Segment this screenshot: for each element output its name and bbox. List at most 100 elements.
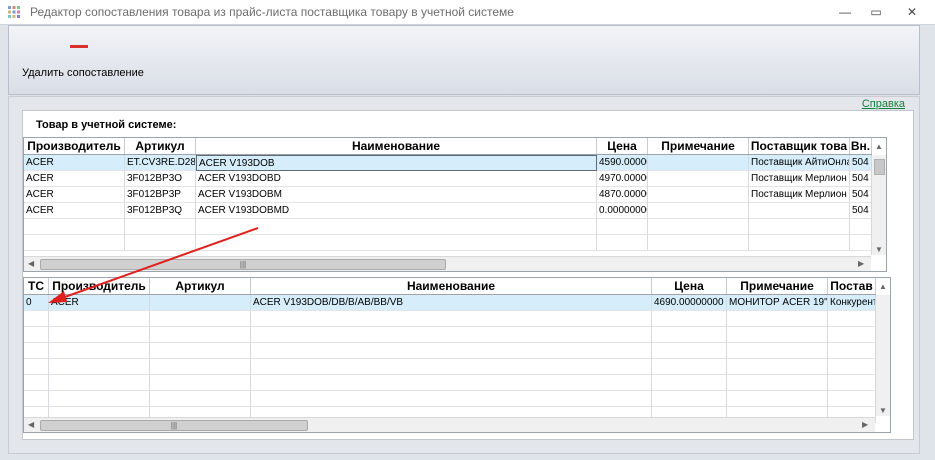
pricelist-grid-column-header[interactable]: Цена bbox=[652, 278, 727, 294]
accounting-grid-cell[interactable] bbox=[648, 235, 749, 251]
accounting-grid-cell[interactable] bbox=[749, 235, 850, 251]
pricelist-grid-cell[interactable] bbox=[251, 311, 652, 327]
accounting-grid-cell[interactable]: 3F012BP3O bbox=[125, 171, 196, 187]
pricelist-grid-cell[interactable] bbox=[150, 359, 251, 375]
pricelist-grid-cell[interactable] bbox=[49, 343, 150, 359]
accounting-grid-cell[interactable]: ACER V193DOBMD bbox=[196, 203, 597, 219]
pricelist-grid-cell[interactable] bbox=[251, 359, 652, 375]
accounting-horizontal-scrollbar[interactable]: ◀ ||| ▶ bbox=[24, 256, 871, 271]
accounting-grid-cell[interactable] bbox=[24, 219, 125, 235]
accounting-grid-cell[interactable]: 504 bbox=[850, 171, 872, 187]
accounting-grid-cell[interactable]: ACER bbox=[24, 203, 125, 219]
pricelist-grid-cell[interactable] bbox=[49, 391, 150, 407]
accounting-grid-column-header[interactable]: Цена bbox=[597, 138, 648, 154]
accounting-grid-row[interactable]: ACER ET.CV3RE.D28 ACER V193DOB 4590.00000 По… bbox=[24, 155, 872, 171]
pricelist-grid-column-header[interactable]: Примечание bbox=[727, 278, 828, 294]
pricelist-grid-cell[interactable]: Конкурент bbox=[828, 295, 876, 311]
pricelist-grid-cell[interactable] bbox=[24, 311, 49, 327]
accounting-grid-cell[interactable] bbox=[749, 203, 850, 219]
pricelist-grid-row[interactable]: 0 ACER ACER V193DOB/DB/B/AB/BB/VB 4690.0000… bbox=[24, 295, 876, 311]
pricelist-grid-column-header[interactable]: Постав bbox=[828, 278, 876, 294]
accounting-grid-cell[interactable]: 4970.00000 bbox=[597, 171, 648, 187]
pricelist-grid-cell[interactable] bbox=[828, 311, 876, 327]
pricelist-grid-cell[interactable] bbox=[49, 375, 150, 391]
pricelist-grid-cell[interactable] bbox=[150, 375, 251, 391]
accounting-grid-cell[interactable] bbox=[196, 235, 597, 251]
pricelist-grid-cell[interactable] bbox=[150, 295, 251, 311]
accounting-grid-cell[interactable]: ET.CV3RE.D28 bbox=[125, 155, 196, 171]
pricelist-grid-cell[interactable] bbox=[251, 375, 652, 391]
pricelist-grid-cell[interactable] bbox=[251, 327, 652, 343]
accounting-grid-cell[interactable]: ACER bbox=[24, 155, 125, 171]
accounting-grid-cell[interactable] bbox=[648, 219, 749, 235]
scroll-down-icon[interactable]: ▼ bbox=[875, 245, 883, 254]
accounting-grid-cell[interactable]: 3F012BP3P bbox=[125, 187, 196, 203]
pricelist-grid-row[interactable] bbox=[24, 327, 876, 343]
accounting-grid-column-header[interactable]: Вн. bbox=[850, 138, 872, 154]
accounting-grid-cell[interactable]: Поставщик Мерлион bbox=[749, 187, 850, 203]
pricelist-grid-cell[interactable] bbox=[828, 343, 876, 359]
accounting-grid-row[interactable] bbox=[24, 235, 872, 251]
accounting-grid-cell[interactable]: ACER bbox=[24, 187, 125, 203]
pricelist-grid-cell[interactable] bbox=[24, 391, 49, 407]
pricelist-grid-cell[interactable] bbox=[652, 391, 727, 407]
pricelist-grid-cell[interactable] bbox=[24, 327, 49, 343]
pricelist-grid-cell[interactable]: ACER V193DOB/DB/B/AB/BB/VB bbox=[251, 295, 652, 311]
accounting-grid-cell[interactable]: 0.00000000 bbox=[597, 203, 648, 219]
restore-button[interactable]: ▭ bbox=[862, 2, 890, 22]
pricelist-grid-cell[interactable] bbox=[49, 359, 150, 375]
pricelist-grid-cell[interactable] bbox=[251, 391, 652, 407]
pricelist-grid-cell[interactable] bbox=[828, 327, 876, 343]
accounting-vertical-scrollbar[interactable]: ▲ ▼ bbox=[871, 142, 886, 255]
pricelist-grid-cell[interactable] bbox=[828, 391, 876, 407]
pricelist-grid-row[interactable] bbox=[24, 343, 876, 359]
pricelist-grid-cell[interactable] bbox=[652, 375, 727, 391]
accounting-grid-cell[interactable] bbox=[648, 203, 749, 219]
accounting-grid-column-header[interactable]: Наименование bbox=[196, 138, 597, 154]
scroll-right-icon[interactable]: ▶ bbox=[858, 259, 864, 268]
accounting-grid-cell[interactable] bbox=[850, 235, 872, 251]
pricelist-grid-cell[interactable] bbox=[727, 359, 828, 375]
pricelist-grid-cell[interactable] bbox=[251, 343, 652, 359]
accounting-grid-row[interactable]: ACER 3F012BP3O ACER V193DOBD 4970.00000 Пост… bbox=[24, 171, 872, 187]
pricelist-grid-column-header[interactable]: Производитель bbox=[49, 278, 150, 294]
pricelist-grid-cell[interactable] bbox=[150, 391, 251, 407]
accounting-grid-cell[interactable]: 504 bbox=[850, 203, 872, 219]
accounting-grid-cell[interactable]: ACER bbox=[24, 171, 125, 187]
pricelist-grid-cell[interactable] bbox=[652, 359, 727, 375]
accounting-grid-cell[interactable]: 504 bbox=[850, 155, 872, 171]
pricelist-grid-cell[interactable] bbox=[727, 375, 828, 391]
accounting-grid-column-header[interactable]: Артикул bbox=[125, 138, 196, 154]
accounting-goods-grid[interactable]: Производитель Артикул Наименование Цена Прим… bbox=[23, 137, 887, 272]
pricelist-grid-cell[interactable] bbox=[828, 375, 876, 391]
accounting-grid-cell[interactable]: Поставщик Мерлион bbox=[749, 171, 850, 187]
pricelist-grid-cell[interactable]: МОНИТОР ACER 19" bbox=[727, 295, 828, 311]
pricelist-grid-cell[interactable] bbox=[24, 375, 49, 391]
pricelist-grid-cell[interactable] bbox=[652, 327, 727, 343]
pricelist-horizontal-scrollbar[interactable]: ◀ ||| ▶ bbox=[24, 417, 875, 432]
scroll-left-icon[interactable]: ◀ bbox=[28, 259, 34, 268]
pricelist-grid[interactable]: ТС Производитель Артикул Наименование Цена Пр… bbox=[23, 277, 891, 433]
accounting-grid-cell[interactable] bbox=[125, 235, 196, 251]
accounting-grid-cell[interactable] bbox=[196, 219, 597, 235]
accounting-grid-column-header[interactable]: Поставщик това bbox=[749, 138, 850, 154]
pricelist-grid-cell[interactable] bbox=[727, 391, 828, 407]
accounting-grid-cell[interactable] bbox=[648, 187, 749, 203]
pricelist-grid-cell[interactable] bbox=[727, 327, 828, 343]
accounting-grid-row[interactable]: ACER 3F012BP3P ACER V193DOBM 4870.00000 Пост… bbox=[24, 187, 872, 203]
scroll-left-icon[interactable]: ◀ bbox=[28, 420, 34, 429]
accounting-vscroll-thumb[interactable] bbox=[874, 159, 885, 175]
accounting-grid-cell[interactable]: 3F012BP3Q bbox=[125, 203, 196, 219]
pricelist-grid-column-header[interactable]: Артикул bbox=[150, 278, 251, 294]
accounting-grid-row[interactable]: ACER 3F012BP3Q ACER V193DOBMD 0.00000000 504 bbox=[24, 203, 872, 219]
accounting-grid-cell[interactable] bbox=[24, 235, 125, 251]
pricelist-grid-cell[interactable] bbox=[24, 359, 49, 375]
accounting-grid-cell[interactable] bbox=[749, 219, 850, 235]
pricelist-grid-cell[interactable] bbox=[828, 359, 876, 375]
pricelist-grid-cell[interactable]: 0 bbox=[24, 295, 49, 311]
pricelist-grid-cell[interactable] bbox=[652, 311, 727, 327]
accounting-grid-cell[interactable]: 4590.00000 bbox=[597, 155, 648, 171]
pricelist-grid-cell[interactable]: ACER bbox=[49, 295, 150, 311]
pricelist-grid-cell[interactable] bbox=[652, 343, 727, 359]
accounting-grid-cell[interactable]: 504 bbox=[850, 187, 872, 203]
